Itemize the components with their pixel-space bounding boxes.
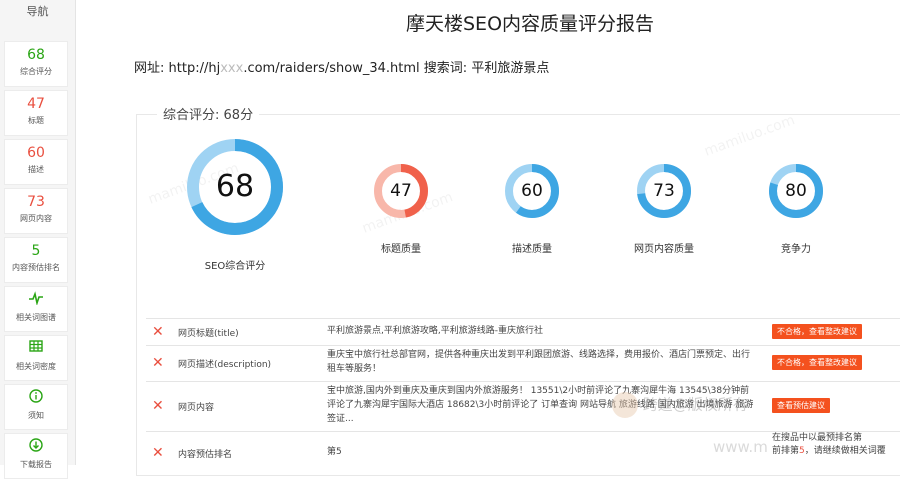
fail-x-icon: ✕ (152, 398, 164, 414)
sidebar-item-density[interactable]: 相关词密度 (4, 335, 68, 381)
gauge-competitiveness: 80 (768, 163, 824, 219)
gauge-label: 竞争力 (781, 244, 811, 255)
row-value: 重庆宝中旅行社总部官网，提供各种重庆出发到平利跟团旅游、线路选择，费用报价、酒店… (327, 350, 751, 374)
page-title: 摩天楼SEO内容质量评分报告 (406, 13, 655, 35)
fail-x-icon: ✕ (152, 355, 164, 371)
sidebar-score: 73 (27, 194, 45, 210)
sidebar-item-rank[interactable]: 5 内容预估排名 (4, 237, 68, 283)
pulse-chart-icon (5, 291, 67, 309)
gauge-content: 73 (636, 163, 692, 219)
gauge-label: 标题质量 (381, 244, 421, 255)
sidebar-item-overall[interactable]: 68 综合评分 (4, 41, 68, 87)
table-row: ✕ 网页标题(title) 平利旅游景点,平利旅游攻略,平利旅游线路-重庆旅行社… (146, 319, 900, 346)
gauge-title: 47 (373, 163, 429, 219)
sidebar-item-label: 相关词密度 (16, 362, 56, 371)
sidebar-item-label: 描述 (28, 165, 44, 174)
sidebar-score: 47 (27, 96, 45, 112)
sidebar-item-content[interactable]: 73 网页内容 (4, 188, 68, 234)
avatar-icon (612, 392, 638, 418)
watermark-site: www.m (713, 438, 768, 456)
row-label: 内容预估排名 (178, 450, 233, 460)
sidebar-score: 68 (27, 47, 45, 63)
url-label: 网址: (134, 61, 165, 76)
row-value: 第5 (327, 447, 342, 457)
url-masked: xxx (220, 61, 244, 76)
view-estimate-button[interactable]: 查看预估建议 (772, 398, 830, 413)
sidebar-item-label: 须知 (28, 411, 44, 420)
sidebar-header: 导航 (26, 5, 49, 18)
sidebar-item-label: 内容预估排名 (12, 263, 60, 272)
view-advice-button[interactable]: 不合格，查看整改建议 (772, 324, 862, 339)
gauge-value: 68 (215, 169, 255, 204)
info-circle-icon (5, 389, 67, 407)
sidebar-score: 5 (31, 243, 41, 259)
table-row: ✕ 网页描述(description) 重庆宝中旅行社总部官网，提供各种重庆出发… (146, 345, 900, 382)
row-label: 网页标题(title) (178, 329, 239, 339)
table-row: ✕ 网页内容 宝中旅游,国内外到重庆及重庆到国内外旅游服务！ 13551\2小时… (146, 381, 900, 432)
gauge-value: 73 (653, 181, 675, 201)
sidebar-item-label: 下载报告 (20, 460, 52, 469)
url-text[interactable]: http://hjxxx.com/raiders/show_34.html (169, 61, 420, 76)
overall-score-heading: 综合评分: 68分 (157, 104, 260, 123)
gauge-value: 47 (390, 181, 412, 201)
gauge-label: 网页内容质量 (634, 244, 694, 255)
gauge-label: SEO综合评分 (204, 261, 266, 272)
sidebar-score: 60 (27, 145, 45, 161)
row-label: 网页内容 (178, 403, 215, 413)
gauge-overall: 68 (186, 138, 284, 236)
sidebar-item-download[interactable]: 下载报告 (4, 433, 68, 479)
sidebar-item-label: 相关词图谱 (16, 313, 56, 322)
sidebar-item-title[interactable]: 47 标题 (4, 90, 68, 136)
view-advice-button[interactable]: 不合格，查看整改建议 (772, 355, 862, 370)
sidebar-item-description[interactable]: 60 描述 (4, 139, 68, 185)
grid-table-icon (5, 340, 67, 358)
fail-x-icon: ✕ (152, 324, 164, 340)
sidebar-item-label: 标题 (28, 116, 44, 125)
rank-note: 在搜品中以最预排名第 前排第5，请继续做相关词覆 (772, 433, 886, 456)
sidebar-item-label: 综合评分 (20, 67, 52, 76)
sidebar-item-label: 网页内容 (20, 214, 52, 223)
download-circle-icon (5, 438, 67, 456)
sidebar-item-notice[interactable]: 须知 (4, 384, 68, 430)
row-label: 网页描述(description) (178, 360, 272, 370)
url-line: 网址: http://hjxxx.com/raiders/show_34.htm… (134, 57, 549, 76)
keyword-label: 搜索词: (423, 61, 468, 76)
evaluation-table: ✕ 网页标题(title) 平利旅游景点,平利旅游攻略,平利旅游线路-重庆旅行社… (146, 318, 900, 460)
gauge-description: 60 (504, 163, 560, 219)
watermark-text: 跨道@版权所有 (612, 392, 748, 418)
gauge-label: 描述质量 (512, 244, 552, 255)
keyword-value: 平利旅游景点 (471, 61, 550, 76)
row-value: 平利旅游景点,平利旅游攻略,平利旅游线路-重庆旅行社 (327, 326, 543, 336)
gauge-value: 60 (521, 181, 543, 201)
gauge-value: 80 (785, 181, 807, 201)
sidebar-nav: 导航 68 综合评分 47 标题 60 描述 73 网页内容 5 内容预估排名 … (0, 0, 76, 479)
fail-x-icon: ✕ (152, 445, 164, 461)
sidebar-item-graph[interactable]: 相关词图谱 (4, 286, 68, 332)
